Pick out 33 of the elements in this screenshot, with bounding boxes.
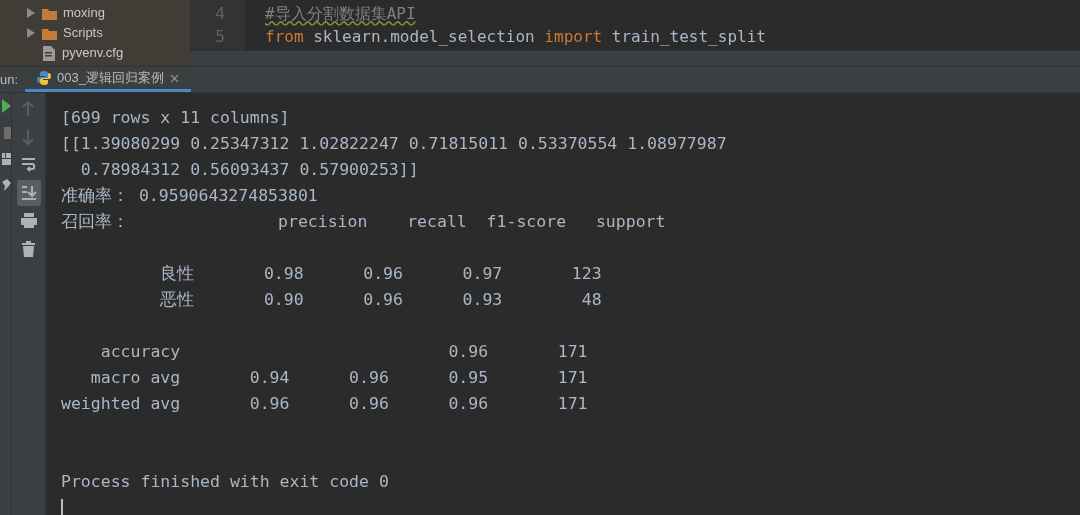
folder-icon	[42, 6, 57, 20]
console-line: Process finished with exit code 0	[61, 471, 390, 493]
file-icon	[42, 45, 56, 61]
toolbar-button[interactable]	[16, 180, 41, 206]
layout-icon[interactable]	[2, 153, 11, 165]
trash-icon	[20, 241, 37, 257]
console-line: [[1.39080299 0.25347312 1.02822247 0.71815011 0.53370554 1.08977987	[61, 133, 728, 155]
expand-arrow-icon[interactable]	[26, 8, 36, 18]
console-line: 良性 0.98 0.96 0.97 123	[159, 263, 603, 285]
console-line: accuracy 0.96 171	[99, 341, 589, 363]
text-cursor	[61, 499, 63, 515]
code-line: from sklearn.model_selection import train_test_split	[265, 26, 767, 48]
run-label: un:	[0, 70, 20, 89]
tree-item[interactable]: pyvenv.cfg	[62, 43, 124, 63]
console-line: 准确率： 0.9590643274853801	[61, 185, 319, 207]
console-line: weighted avg 0.96 0.96 0.96 171	[61, 393, 589, 415]
tree-item[interactable]: moxing	[63, 3, 105, 23]
close-icon[interactable]	[169, 73, 179, 83]
run-tab[interactable]: 003_逻辑回归案例	[25, 67, 191, 92]
scroll-to-end-icon	[20, 185, 37, 201]
console-line: 恶性 0.90 0.96 0.93 48	[159, 289, 603, 311]
python-icon	[37, 71, 51, 85]
console-line: macro avg 0.94 0.96 0.95 171	[89, 367, 589, 389]
folder-icon	[42, 26, 57, 40]
console-line: 召回率： precision recall f1-score support	[61, 211, 667, 233]
print-icon	[20, 213, 37, 229]
console-line: [699 rows x 11 columns]	[61, 107, 291, 129]
tree-item[interactable]: Scripts	[63, 23, 103, 43]
expand-arrow-icon[interactable]	[26, 28, 36, 38]
arrow-down-icon	[20, 129, 37, 145]
code-line: #导入分割数据集API	[265, 3, 417, 25]
soft-wrap-icon	[20, 157, 37, 173]
console-line: 0.78984312 0.56093437 0.57900253]]	[79, 159, 420, 181]
